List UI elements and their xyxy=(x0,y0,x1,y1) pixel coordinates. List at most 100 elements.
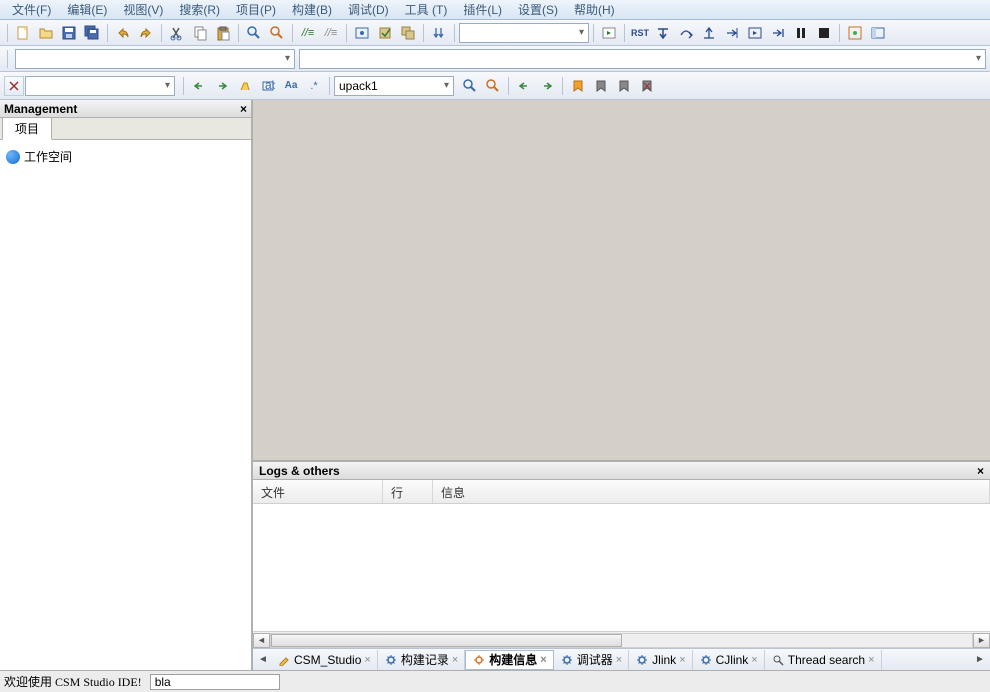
bottom-tab-0[interactable]: CSM_Studio× xyxy=(271,650,378,670)
toggle-panel-icon[interactable] xyxy=(867,22,889,44)
menu-settings[interactable]: 设置(S) xyxy=(510,0,566,20)
menu-debug[interactable]: 调试(D) xyxy=(340,0,397,20)
logs-col-info[interactable]: 信息 xyxy=(433,480,990,503)
redo-icon[interactable] xyxy=(135,22,157,44)
save-all-icon[interactable] xyxy=(81,22,103,44)
scroll-track[interactable] xyxy=(270,633,973,648)
build-icon[interactable] xyxy=(374,22,396,44)
cut-icon[interactable] xyxy=(166,22,188,44)
clear-search-icon[interactable] xyxy=(4,76,24,96)
tabs-scroll-left-icon[interactable]: ◄ xyxy=(255,651,271,669)
find-icon[interactable] xyxy=(243,22,265,44)
scroll-thumb[interactable] xyxy=(271,634,622,647)
bookmark-prev-icon[interactable] xyxy=(590,75,612,97)
search-prev-icon[interactable] xyxy=(188,75,210,97)
debug-windows-icon[interactable] xyxy=(844,22,866,44)
search-text-combo[interactable] xyxy=(25,76,175,96)
run-icon[interactable] xyxy=(598,22,620,44)
highlight-icon[interactable] xyxy=(234,75,256,97)
copy-icon[interactable] xyxy=(189,22,211,44)
uncomment-line-icon[interactable]: //≡ xyxy=(320,22,342,44)
bookmark-toggle-icon[interactable] xyxy=(567,75,589,97)
editor-area: Logs & others × 文件 行 信息 ◄ ► ◄ CSM_Studio… xyxy=(253,100,990,670)
pause-icon[interactable] xyxy=(790,22,812,44)
menu-plugins[interactable]: 插件(L) xyxy=(455,0,510,20)
bottom-tab-1[interactable]: 构建记录× xyxy=(378,650,465,670)
rebuild-icon[interactable] xyxy=(397,22,419,44)
scroll-right-icon[interactable]: ► xyxy=(973,633,990,648)
bottom-tab-2[interactable]: 构建信息× xyxy=(465,650,553,670)
function-combo[interactable] xyxy=(299,49,986,69)
run-to-cursor-icon[interactable] xyxy=(721,22,743,44)
tab-close-icon[interactable]: × xyxy=(679,654,685,666)
workspace-node[interactable]: 工作空间 xyxy=(4,146,247,167)
menu-view[interactable]: 视图(V) xyxy=(115,0,171,20)
bottom-tab-3[interactable]: 调试器× xyxy=(554,650,629,670)
find-replace-icon[interactable] xyxy=(266,22,288,44)
logs-hscroll[interactable]: ◄ ► xyxy=(253,631,990,648)
bookmark-next-icon[interactable] xyxy=(613,75,635,97)
menu-project[interactable]: 项目(P) xyxy=(228,0,284,20)
menu-edit[interactable]: 编辑(E) xyxy=(59,0,115,20)
tabs-scroll-right-icon[interactable]: ► xyxy=(972,651,988,669)
bottom-tab-label: 构建记录 xyxy=(401,651,449,668)
nav-back-icon[interactable] xyxy=(513,75,535,97)
regex-icon[interactable]: .* xyxy=(303,75,325,97)
menu-tools[interactable]: 工具 (T) xyxy=(397,0,456,20)
tab-close-icon[interactable]: × xyxy=(616,654,622,666)
tab-close-icon[interactable]: × xyxy=(868,654,874,666)
management-close-icon[interactable]: × xyxy=(240,102,247,116)
logs-title-bar: Logs & others × xyxy=(253,462,990,480)
logs-col-file[interactable]: 文件 xyxy=(253,480,383,503)
bottom-tab-5[interactable]: CJlink× xyxy=(693,650,765,670)
tab-close-icon[interactable]: × xyxy=(364,654,370,666)
tab-close-icon[interactable]: × xyxy=(751,654,757,666)
upack-combo[interactable]: upack1 xyxy=(334,76,454,96)
search-in-icon[interactable] xyxy=(459,75,481,97)
tab-close-icon[interactable]: × xyxy=(452,654,458,666)
main-body: Management × 项目 工作空间 Logs & others × 文 xyxy=(0,100,990,670)
workspace-icon xyxy=(6,150,20,164)
stop-icon[interactable] xyxy=(813,22,835,44)
bottom-tab-6[interactable]: Thread search× xyxy=(765,650,882,670)
logs-close-icon[interactable]: × xyxy=(977,464,984,478)
reset-icon[interactable]: RST xyxy=(629,22,651,44)
search-next-icon[interactable] xyxy=(211,75,233,97)
sort-down-icon[interactable] xyxy=(428,22,450,44)
search-options-icon[interactable] xyxy=(482,75,504,97)
build-target-icon[interactable] xyxy=(351,22,373,44)
scroll-left-icon[interactable]: ◄ xyxy=(253,633,270,648)
bottom-tab-label: Thread search xyxy=(788,653,865,667)
open-file-icon[interactable] xyxy=(35,22,57,44)
bottom-tab-label: 调试器 xyxy=(577,651,613,668)
menu-file[interactable]: 文件(F) xyxy=(4,0,59,20)
menu-search[interactable]: 搜索(R) xyxy=(171,0,228,20)
logs-col-line[interactable]: 行 xyxy=(383,480,433,503)
whole-word-icon[interactable]: Aa xyxy=(280,75,302,97)
step-into-icon[interactable] xyxy=(652,22,674,44)
statusbar: 欢迎使用 CSM Studio IDE! xyxy=(0,670,990,692)
save-icon[interactable] xyxy=(58,22,80,44)
continue-icon[interactable] xyxy=(744,22,766,44)
symbol-combo[interactable] xyxy=(15,49,295,69)
undo-icon[interactable] xyxy=(112,22,134,44)
svg-text:ab: ab xyxy=(265,79,275,92)
bottom-tab-4[interactable]: Jlink× xyxy=(629,650,692,670)
step-over-icon[interactable] xyxy=(675,22,697,44)
tab-close-icon[interactable]: × xyxy=(540,654,546,666)
nav-forward-icon[interactable] xyxy=(536,75,558,97)
comment-line-icon[interactable]: //≡ xyxy=(297,22,319,44)
step-out-icon[interactable] xyxy=(698,22,720,44)
project-tree[interactable]: 工作空间 xyxy=(0,140,251,670)
match-case-icon[interactable]: ab xyxy=(257,75,279,97)
menu-build[interactable]: 构建(B) xyxy=(284,0,340,20)
bookmark-clear-icon[interactable] xyxy=(636,75,658,97)
status-input[interactable] xyxy=(150,674,280,690)
new-file-icon[interactable] xyxy=(12,22,34,44)
skip-icon[interactable] xyxy=(767,22,789,44)
paste-icon[interactable] xyxy=(212,22,234,44)
menu-help[interactable]: 帮助(H) xyxy=(566,0,623,20)
target-combo[interactable] xyxy=(459,23,589,43)
logs-body[interactable] xyxy=(253,504,990,631)
management-tab-project[interactable]: 项目 xyxy=(2,117,52,140)
